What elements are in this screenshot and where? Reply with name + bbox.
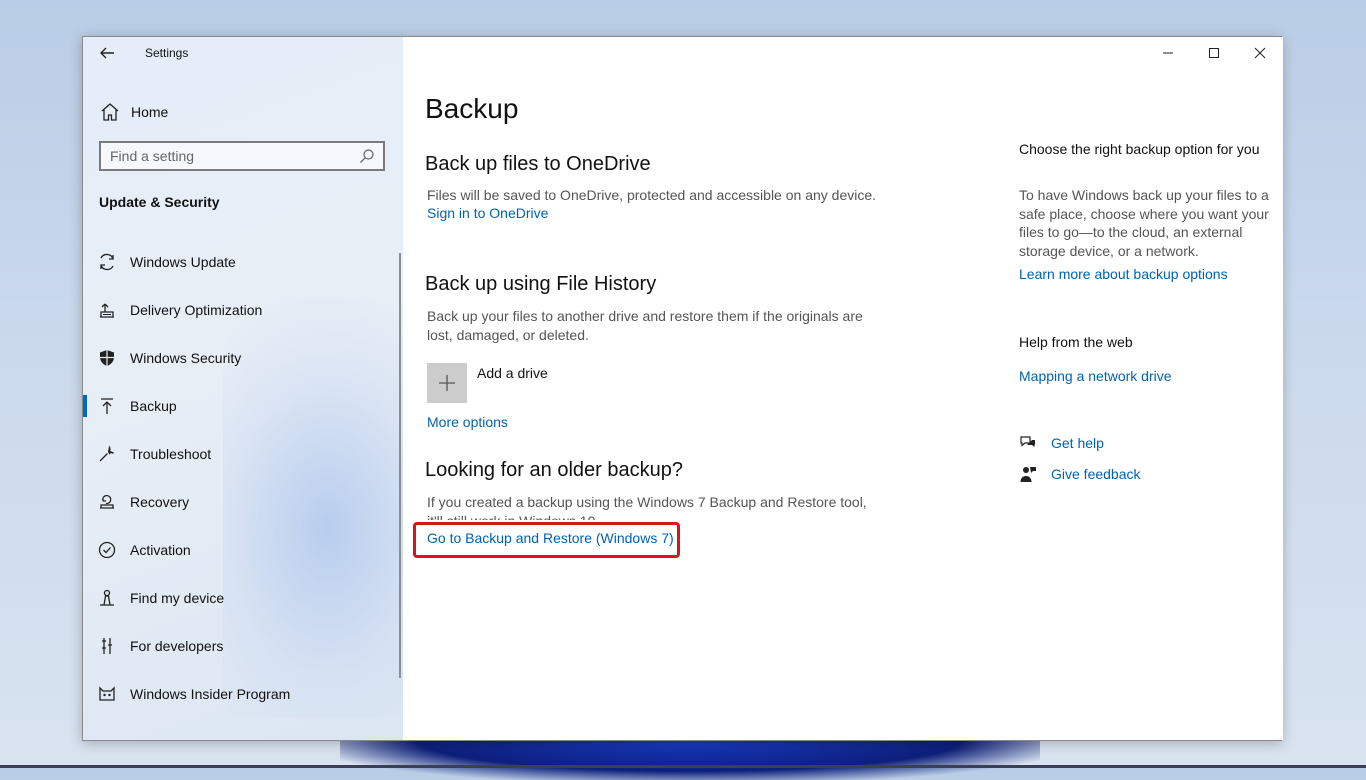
- refresh-icon: [97, 252, 117, 272]
- feedback-icon: [1019, 465, 1037, 483]
- choose-backup-text: To have Windows back up your files to a …: [1019, 187, 1269, 259]
- chat-help-icon: [1019, 434, 1037, 452]
- minimize-icon[interactable]: [1145, 37, 1191, 69]
- backup-restore-win7-link[interactable]: Go to Backup and Restore (Windows 7): [427, 530, 674, 546]
- main-content: Backup Back up files to OneDrive Files w…: [403, 37, 1283, 740]
- home-nav-item[interactable]: Home: [99, 101, 168, 123]
- search-box[interactable]: [99, 141, 385, 171]
- sidebar-item-windows-insider[interactable]: Windows Insider Program: [83, 670, 403, 718]
- sidebar-item-troubleshoot[interactable]: Troubleshoot: [83, 430, 403, 478]
- sidebar-item-label: For developers: [130, 638, 224, 654]
- sidebar-item-find-my-device[interactable]: Find my device: [83, 574, 403, 622]
- selection-indicator: [83, 395, 87, 417]
- home-label: Home: [131, 104, 169, 120]
- sidebar-item-windows-security[interactable]: Windows Security: [83, 334, 403, 382]
- sidebar-item-delivery-optimization[interactable]: Delivery Optimization: [83, 286, 403, 334]
- onedrive-heading: Back up files to OneDrive: [425, 153, 651, 175]
- file-history-heading: Back up using File History: [425, 273, 657, 295]
- sidebar-item-label: Activation: [130, 542, 191, 558]
- search-icon[interactable]: [359, 148, 375, 164]
- give-feedback-link[interactable]: Give feedback: [1051, 466, 1141, 482]
- choose-backup-title: Choose the right backup option for you: [1019, 141, 1260, 157]
- sidebar-item-label: Find my device: [130, 590, 225, 606]
- get-help-link[interactable]: Get help: [1051, 435, 1104, 451]
- search-input[interactable]: [101, 147, 359, 165]
- insider-cat-icon: [97, 684, 117, 704]
- sidebar-item-label: Backup: [130, 398, 177, 414]
- sidebar-scrollbar[interactable]: [399, 253, 401, 678]
- learn-more-link[interactable]: Learn more about backup options: [1019, 266, 1228, 282]
- sign-in-onedrive-link[interactable]: Sign in to OneDrive: [427, 205, 548, 221]
- recovery-icon: [97, 492, 117, 512]
- wallpaper-bloom: [340, 740, 1040, 780]
- add-drive-label: Add a drive: [477, 365, 548, 381]
- developer-tools-icon: [97, 636, 117, 656]
- sidebar-item-recovery[interactable]: Recovery: [83, 478, 403, 526]
- wrench-icon: [97, 444, 117, 464]
- sidebar-item-label: Windows Insider Program: [130, 686, 291, 702]
- app-title: Settings: [145, 46, 189, 60]
- more-options-link[interactable]: More options: [427, 414, 508, 430]
- sidebar-item-windows-update[interactable]: Windows Update: [83, 238, 403, 286]
- help-from-web-title: Help from the web: [1019, 334, 1133, 350]
- onedrive-description: Files will be saved to OneDrive, protect…: [427, 187, 877, 203]
- person-locate-icon: [97, 588, 117, 608]
- sidebar-item-label: Windows Update: [130, 254, 236, 270]
- home-icon: [99, 101, 121, 123]
- section-title: Update & Security: [99, 194, 220, 210]
- sidebar-item-label: Delivery Optimization: [130, 302, 263, 318]
- add-drive-button[interactable]: Add a drive: [427, 363, 548, 403]
- sidebar-nav: Windows Update Delivery Optimization Win…: [83, 238, 403, 718]
- sidebar-item-activation[interactable]: Activation: [83, 526, 403, 574]
- sidebar: Settings Home Update & Security Windows …: [83, 37, 403, 740]
- sidebar-item-label: Troubleshoot: [130, 446, 212, 462]
- check-circle-icon: [97, 540, 117, 560]
- mapping-network-drive-link[interactable]: Mapping a network drive: [1019, 368, 1172, 384]
- sidebar-item-label: Windows Security: [130, 350, 242, 366]
- get-help-row[interactable]: Get help: [1019, 434, 1104, 452]
- back-arrow-icon[interactable]: [97, 43, 117, 63]
- settings-window: Settings Home Update & Security Windows …: [82, 36, 1283, 741]
- sidebar-item-backup[interactable]: Backup: [83, 382, 403, 430]
- sidebar-item-for-developers[interactable]: For developers: [83, 622, 403, 670]
- maximize-icon[interactable]: [1191, 37, 1237, 69]
- sidebar-item-label: Recovery: [130, 494, 190, 510]
- older-backup-description: If you created a backup using the Window…: [427, 494, 867, 520]
- upload-arrow-icon: [97, 396, 117, 416]
- older-backup-heading: Looking for an older backup?: [425, 459, 683, 481]
- delivery-optimization-icon: [97, 300, 117, 320]
- file-history-description: Back up your files to another drive and …: [427, 308, 863, 343]
- window-controls: [1145, 37, 1283, 69]
- shield-icon: [97, 348, 117, 368]
- give-feedback-row[interactable]: Give feedback: [1019, 465, 1141, 483]
- plus-icon: [427, 363, 467, 403]
- close-icon[interactable]: [1237, 37, 1283, 69]
- page-title: Backup: [425, 93, 519, 124]
